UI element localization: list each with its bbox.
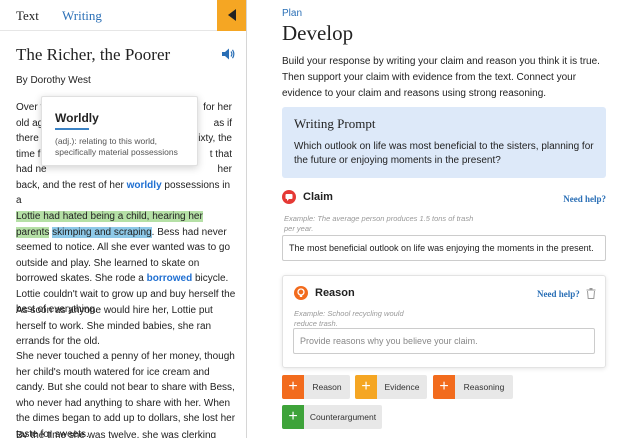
story-line-fragment: old ag: [16, 117, 44, 129]
story-line-fragment: ixty, the: [198, 133, 232, 144]
add-button-label: Counterargument: [309, 412, 377, 422]
claim-help-link[interactable]: Need help?: [563, 194, 606, 204]
add-counterargument-button[interactable]: + Counterargument: [282, 405, 382, 429]
add-reason-button[interactable]: + Reason: [282, 375, 350, 399]
tooltip-underline: [55, 128, 89, 130]
story-line-fragment: there: [16, 133, 39, 144]
story-paragraph-5: By the time she was twelve, she was cler…: [16, 430, 217, 438]
plus-icon: +: [355, 375, 377, 399]
tab-text[interactable]: Text: [16, 8, 39, 24]
intro-text: Build your response by writing your clai…: [282, 56, 600, 99]
story-line-fragment: t that: [209, 148, 232, 160]
story-title: The Richer, the Poorer: [16, 45, 171, 64]
plus-icon: +: [282, 375, 304, 399]
story-paragraph-3: As soon as anyone would hire her, Lottie…: [16, 305, 213, 347]
vocab-word-worldly[interactable]: worldly: [127, 180, 162, 191]
story-line-fragment: Over t: [16, 102, 44, 113]
add-reasoning-button[interactable]: + Reasoning: [433, 375, 513, 399]
story-paragraph-4: She never touched a penny of her money, …: [16, 351, 236, 438]
panel-tabs: Text Writing: [0, 0, 246, 31]
trash-icon[interactable]: [586, 286, 596, 304]
add-button-label: Evidence: [384, 382, 420, 392]
claim-example: Example: The average person produces 1.5…: [284, 214, 474, 233]
vocab-tooltip: Worldly (adj.): relating to this world, …: [41, 96, 198, 166]
add-button-label: Reasoning: [463, 382, 505, 392]
tooltip-word: Worldly: [55, 111, 99, 125]
highlighted-text-selected[interactable]: skimping and scraping: [52, 226, 152, 238]
story-line-fragment: for her: [203, 102, 232, 113]
plus-icon: +: [433, 375, 455, 399]
add-button-label: Reason: [312, 382, 342, 392]
add-evidence-button[interactable]: + Evidence: [355, 375, 427, 399]
reason-card: Reason Need help? Example: School recycl…: [282, 275, 606, 368]
story-author: By Dorothy West: [16, 75, 91, 86]
story-line-fragment: time f: [16, 148, 41, 160]
claim-label: Claim: [303, 191, 333, 203]
reason-label: Reason: [315, 287, 355, 299]
writing-panel: Plan Develop Build your response by writ…: [248, 0, 640, 438]
audio-speaker-icon[interactable]: [222, 47, 235, 65]
reason-example: Example: School recycling would reduce t…: [294, 309, 404, 328]
vocab-word-borrowed[interactable]: borrowed: [147, 273, 193, 284]
story-line-fragment: her: [217, 164, 232, 175]
reason-help-link[interactable]: Need help?: [537, 289, 580, 299]
story-text: back, and the rest of her: [16, 179, 127, 191]
plus-icon: +: [282, 405, 304, 429]
reason-icon: [294, 286, 308, 300]
prompt-text: Which outlook on life was most beneficia…: [294, 141, 594, 166]
breadcrumb-plan[interactable]: Plan: [282, 8, 302, 19]
collapse-panel-button[interactable]: [217, 0, 246, 31]
caret-left-icon: [228, 9, 236, 21]
reason-input[interactable]: Provide reasons why you believe your cla…: [293, 328, 595, 354]
story-paragraph-2: Lottie had hated being a child, hearing …: [16, 209, 238, 318]
reading-panel: Text Writing The Richer, the Poorer By D…: [0, 0, 247, 438]
tooltip-definition: (adj.): relating to this world, specific…: [55, 136, 178, 157]
tab-writing[interactable]: Writing: [62, 8, 102, 24]
writing-prompt-box: Writing Prompt Which outlook on life was…: [282, 107, 606, 178]
story-line-fragment: as if: [213, 117, 232, 129]
page-title: Develop: [282, 21, 354, 45]
prompt-title: Writing Prompt: [294, 116, 376, 131]
claim-input[interactable]: The most beneficial outlook on life was …: [282, 235, 606, 261]
claim-icon: [282, 190, 296, 204]
